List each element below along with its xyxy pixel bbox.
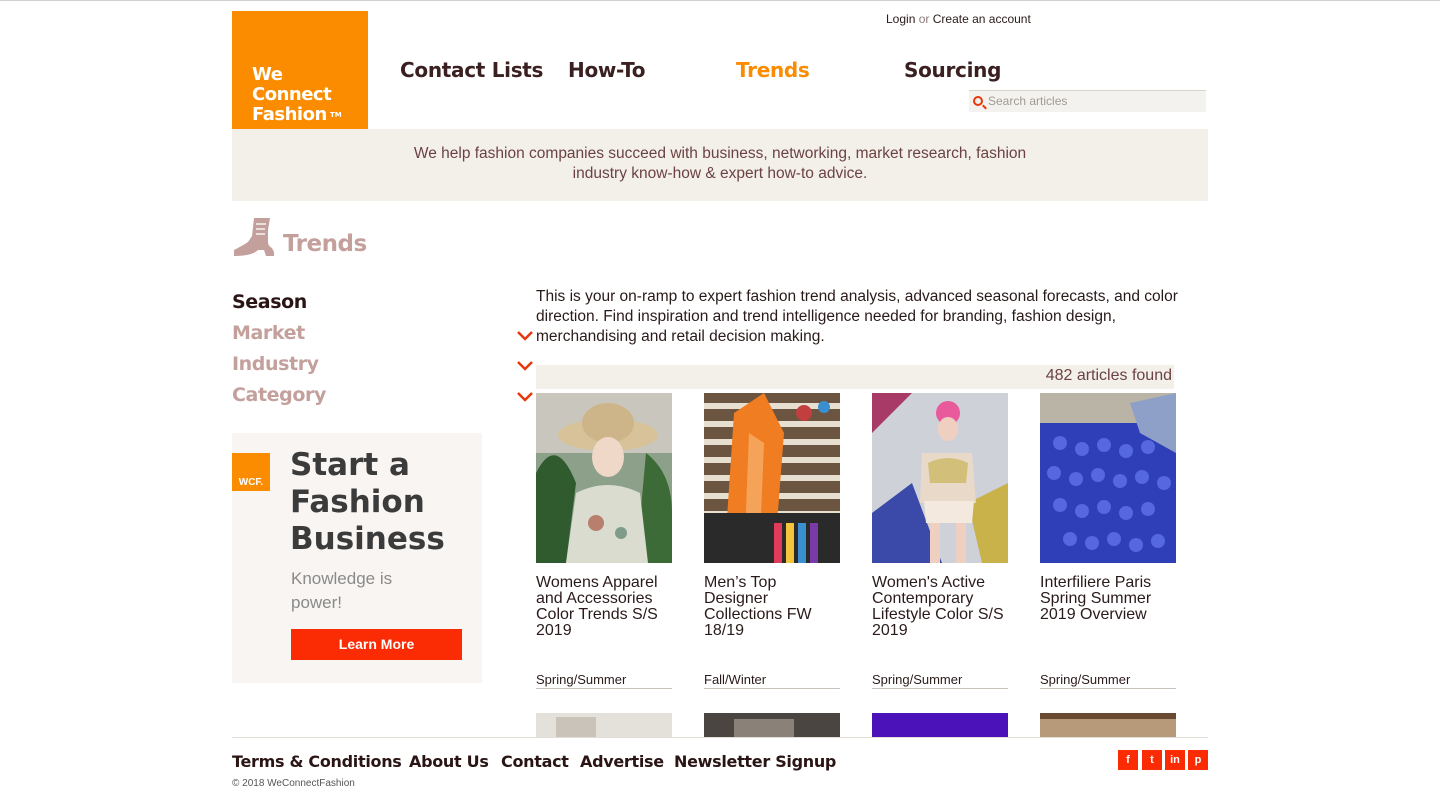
logo-text: We Connect Fashion — [252, 64, 332, 125]
article-title[interactable]: Men’s Top Designer Collections FW 18/19 — [704, 575, 840, 665]
promo-title: Start a Fashion Business — [290, 447, 445, 557]
copyright: © 2018 WeConnectFashion — [232, 778, 355, 789]
article-card[interactable]: Interfiliere Paris Spring Summer 2019 Ov… — [1040, 393, 1176, 689]
footer-contact-link[interactable]: Contact — [501, 752, 569, 771]
nav-sourcing[interactable]: Sourcing — [904, 58, 1001, 82]
login-link[interactable]: Login — [886, 12, 915, 26]
nav-trends[interactable]: Trends — [736, 58, 810, 82]
results-bar: 482 articles found — [536, 365, 1174, 389]
create-account-link[interactable]: Create an account — [933, 12, 1031, 26]
filter-category[interactable]: Category — [232, 384, 326, 406]
logo-line-3: Fashion — [252, 104, 327, 125]
footer-newsletter-link[interactable]: Newsletter Signup — [674, 752, 836, 771]
footer-advertise-link[interactable]: Advertise — [580, 752, 664, 771]
article-thumbnail[interactable] — [536, 713, 672, 737]
top-border — [0, 0, 1440, 1]
article-title[interactable]: Interfiliere Paris Spring Summer 2019 Ov… — [1040, 575, 1176, 665]
article-thumbnail[interactable] — [872, 713, 1008, 737]
nav-contact-lists[interactable]: Contact Lists — [400, 58, 543, 82]
article-season[interactable]: Spring/Summer — [872, 672, 1008, 689]
footer-divider — [232, 737, 1208, 738]
wcf-badge: WCF. — [232, 453, 270, 491]
article-card[interactable]: Womens Apparel and Accessories Color Tre… — [536, 393, 672, 689]
article-season[interactable]: Spring/Summer — [1040, 672, 1176, 689]
article-season[interactable]: Fall/Winter — [704, 672, 840, 689]
filter-season[interactable]: Season — [232, 291, 307, 313]
page-title: Trends — [283, 231, 367, 257]
boot-icon — [234, 218, 274, 256]
article-thumbnail[interactable] — [536, 393, 672, 563]
article-thumbnail[interactable] — [704, 713, 840, 737]
article-thumbnail[interactable] — [872, 393, 1008, 563]
learn-more-button[interactable]: Learn More — [291, 629, 462, 660]
intro-text: This is your on-ramp to expert fashion t… — [536, 288, 1178, 345]
logo-trademark: TM — [330, 111, 342, 119]
tagline-band: We help fashion companies succeed with b… — [232, 129, 1208, 201]
article-thumbnail[interactable] — [704, 393, 840, 563]
tagline: We help fashion companies succeed with b… — [413, 145, 1027, 182]
logo[interactable]: We Connect Fashion TM — [232, 11, 368, 129]
article-count: 482 articles found — [1045, 367, 1172, 384]
pinterest-icon[interactable]: p — [1188, 750, 1208, 770]
promo-subtitle: Knowledge is power! — [291, 569, 393, 612]
chevron-down-icon[interactable] — [517, 331, 533, 341]
nav-how-to[interactable]: How-To — [568, 58, 646, 82]
logo-line-2: Connect — [252, 84, 332, 105]
article-title[interactable]: Womens Apparel and Accessories Color Tre… — [536, 575, 672, 665]
footer-terms-link[interactable]: Terms & Conditions — [232, 752, 402, 771]
promo-card: WCF. Start a Fashion Business Knowledge … — [232, 433, 482, 683]
search-icon[interactable] — [973, 96, 983, 106]
article-title[interactable]: Women's Active Contemporary Lifestyle Co… — [872, 575, 1008, 665]
facebook-icon[interactable]: f — [1118, 750, 1138, 770]
article-thumbnail[interactable] — [1040, 713, 1176, 737]
article-thumbnail[interactable] — [1040, 393, 1176, 563]
article-card[interactable]: Men’s Top Designer Collections FW 18/19 … — [704, 393, 840, 689]
search-box — [969, 90, 1206, 112]
search-input[interactable] — [988, 92, 1198, 110]
filter-market[interactable]: Market — [232, 322, 305, 344]
twitter-icon[interactable]: t — [1142, 750, 1162, 770]
account-links: Login or Create an account — [886, 12, 1031, 26]
filter-industry[interactable]: Industry — [232, 353, 319, 375]
footer-about-link[interactable]: About Us — [409, 752, 489, 771]
account-or: or — [918, 12, 930, 26]
article-season[interactable]: Spring/Summer — [536, 672, 672, 689]
wcf-badge-text: WCF. — [238, 477, 264, 488]
article-card[interactable]: Women's Active Contemporary Lifestyle Co… — [872, 393, 1008, 689]
chevron-down-icon[interactable] — [517, 392, 533, 402]
chevron-down-icon[interactable] — [517, 361, 533, 371]
logo-line-1: We — [252, 64, 283, 85]
linkedin-icon[interactable]: in — [1165, 750, 1185, 770]
